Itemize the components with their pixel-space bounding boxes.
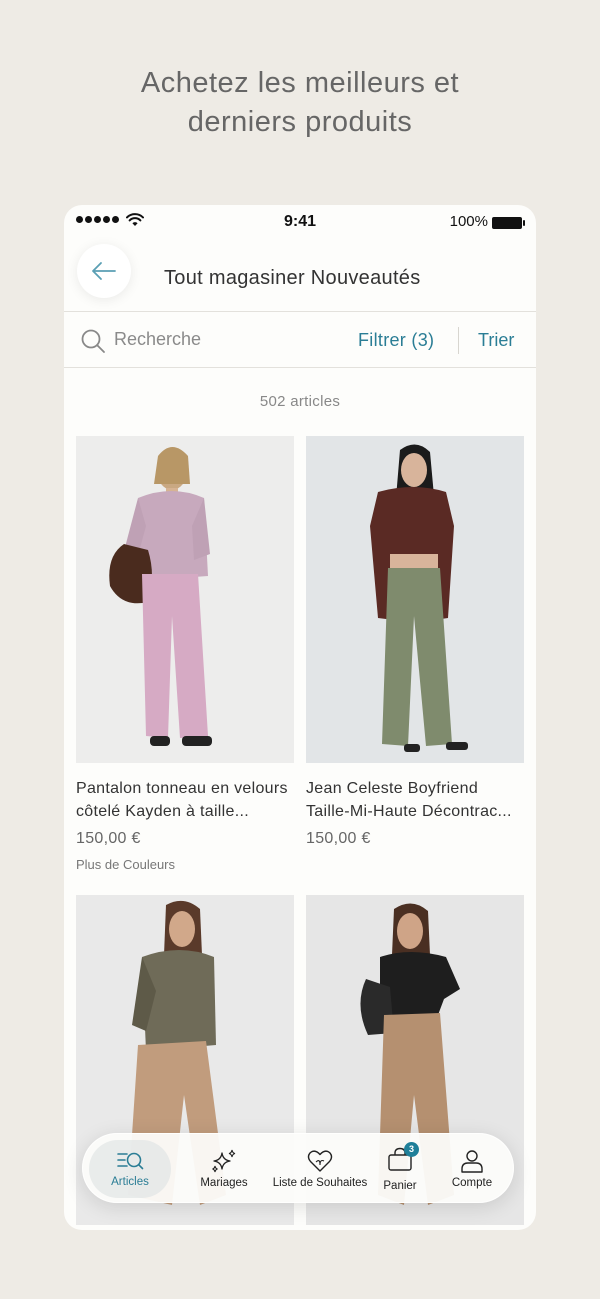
tab-label: Mariages	[200, 1177, 248, 1189]
sort-button[interactable]: Trier	[478, 330, 514, 351]
product-name[interactable]: Pantalon tonneau en velours côtelé Kayde…	[76, 777, 294, 823]
product-image[interactable]	[76, 436, 294, 763]
divider	[458, 327, 459, 354]
results-count: 502 articles	[259, 393, 341, 410]
page-title: Tout magasiner Nouveautés	[164, 267, 421, 289]
cart-count-badge: 3	[404, 1141, 419, 1157]
tab-label: Panier	[383, 1179, 417, 1192]
promo-headline: Achetez les meilleurs et derniers produi…	[0, 64, 600, 142]
heart-icon	[307, 1150, 333, 1172]
product-card[interactable]: Jean Celeste Boyfriend Taille-Mi-Haute D…	[306, 436, 524, 848]
search-bar: Filtrer (3) Trier	[64, 313, 536, 368]
product-image[interactable]	[306, 436, 524, 763]
arrow-left-icon	[92, 262, 116, 280]
product-card[interactable]: Pantalon tonneau en velours côtelé Kayde…	[76, 436, 294, 872]
product-price: 150,00 €	[76, 830, 141, 847]
product-price: 150,00 €	[306, 830, 371, 847]
tab-wishlist[interactable]: Liste de Souhaites	[263, 1134, 377, 1204]
model-photo	[370, 444, 468, 752]
more-colors-label: Plus de Couleurs	[76, 857, 175, 872]
promo-line-1: Achetez les meilleurs et	[140, 67, 460, 99]
page-header: Tout magasiner Nouveautés	[64, 239, 536, 312]
tab-label: Compte	[451, 1177, 493, 1189]
promo-line-2: derniers produits	[187, 106, 413, 138]
phone-screen: 9:41 100% Tout magasiner Nouveautés Filt…	[64, 205, 536, 1230]
battery-percentage: 100%	[449, 213, 488, 230]
bottom-tab-bar: Articles Mariages Liste de Souhaites 3 P…	[82, 1133, 514, 1203]
model-photo	[109, 447, 212, 746]
tab-mariages[interactable]: Mariages	[183, 1134, 265, 1204]
status-bar: 9:41 100%	[64, 205, 536, 239]
bag-icon-wrapper: 3	[387, 1141, 419, 1176]
search-input[interactable]	[114, 329, 274, 350]
articles-search-icon	[117, 1152, 144, 1170]
product-name[interactable]: Jean Celeste Boyfriend Taille-Mi-Haute D…	[306, 777, 524, 823]
tab-label: Liste de Souhaites	[272, 1177, 368, 1189]
battery-icon	[492, 217, 525, 229]
tab-articles[interactable]: Articles	[89, 1134, 171, 1204]
sparkles-icon	[212, 1149, 236, 1173]
user-icon	[461, 1150, 483, 1173]
tab-compte[interactable]: Compte	[447, 1134, 497, 1204]
back-button[interactable]	[77, 244, 131, 298]
search-icon	[81, 329, 105, 353]
filter-button[interactable]: Filtrer (3)	[358, 330, 434, 351]
tab-panier[interactable]: 3 Panier	[375, 1134, 425, 1204]
tab-label: Articles	[111, 1176, 149, 1188]
